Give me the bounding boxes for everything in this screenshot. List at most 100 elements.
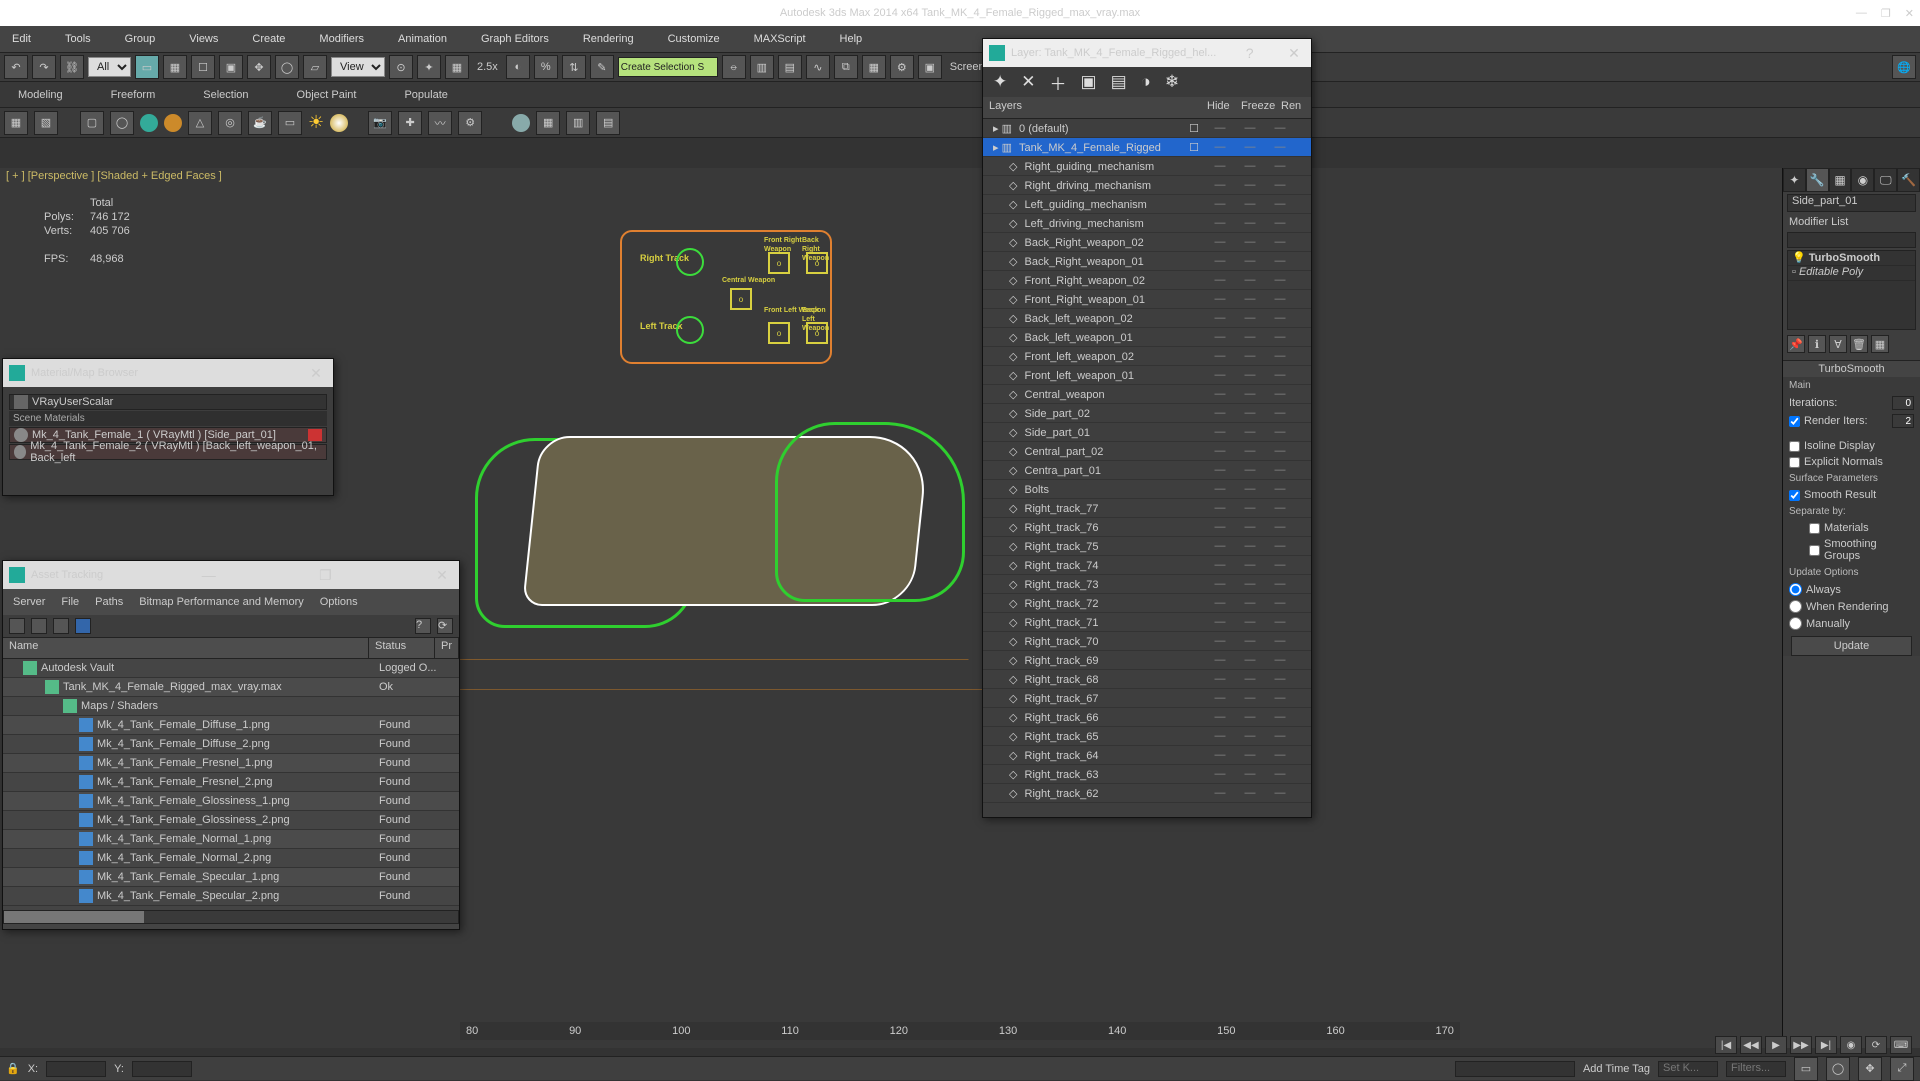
- asset-row[interactable]: Mk_4_Tank_Female_Normal_2.pngFound: [3, 849, 459, 868]
- named-selection-field[interactable]: [618, 57, 718, 77]
- central-weapon-control[interactable]: o: [730, 288, 752, 310]
- layers-button[interactable]: ▤: [778, 55, 802, 79]
- col-pr[interactable]: Pr: [435, 638, 459, 658]
- layer-row[interactable]: ◇ Back_left_weapon_01———: [983, 328, 1311, 347]
- asset-tracking[interactable]: Asset Tracking — ❐ ✕ ServerFilePathsBitm…: [2, 560, 460, 930]
- viewport-label[interactable]: [ + ] [Perspective ] [Shaded + Edged Fac…: [6, 170, 222, 182]
- layer-row[interactable]: ◇ Front_Right_weapon_02———: [983, 271, 1311, 290]
- helpers-icon[interactable]: ✚: [398, 111, 422, 135]
- align-button[interactable]: ▥: [750, 55, 774, 79]
- asset-row[interactable]: Mk_4_Tank_Female_Diffuse_1.pngFound: [3, 716, 459, 735]
- at-tool2[interactable]: [31, 618, 47, 634]
- layer-row[interactable]: ◇ Right_track_64———: [983, 746, 1311, 765]
- timeline[interactable]: 8090100110120130140150160170: [460, 1022, 1460, 1040]
- pivot-button[interactable]: ⊙: [389, 55, 413, 79]
- layer-row[interactable]: ▸ ▥ 0 (default)☐———: [983, 119, 1311, 138]
- layer-row[interactable]: ◇ Right_track_76———: [983, 518, 1311, 537]
- col-ren[interactable]: Ren: [1275, 97, 1311, 118]
- mmb-material-2[interactable]: Mk_4_Tank_Female_2 ( VRayMtl ) [Back_lef…: [9, 444, 327, 460]
- rollout-title[interactable]: TurboSmooth: [1783, 361, 1920, 377]
- add-time-tag[interactable]: Add Time Tag: [1583, 1063, 1650, 1075]
- maximize-button[interactable]: ❐: [1881, 7, 1891, 20]
- redo-button[interactable]: ↷: [32, 55, 56, 79]
- at-menu-options[interactable]: Options: [320, 596, 358, 608]
- asset-row[interactable]: Autodesk VaultLogged O...: [3, 659, 459, 678]
- box-icon[interactable]: ▢: [80, 111, 104, 135]
- fl-weapon-control[interactable]: o: [768, 322, 790, 344]
- play-btn[interactable]: ◀◀: [1740, 1036, 1762, 1054]
- remove-mod-icon[interactable]: 🗑: [1850, 335, 1868, 353]
- render-setup-button[interactable]: ⚙: [890, 55, 914, 79]
- motion-tab[interactable]: ◉: [1851, 168, 1874, 192]
- ribbon-modeling[interactable]: Modeling: [10, 86, 71, 104]
- filters-button[interactable]: Filters...: [1726, 1061, 1786, 1077]
- plane-icon[interactable]: ▭: [278, 111, 302, 135]
- layer-row[interactable]: ◇ Front_Right_weapon_01———: [983, 290, 1311, 309]
- col-status[interactable]: Status: [369, 638, 435, 658]
- layer-row[interactable]: ◇ Side_part_02———: [983, 404, 1311, 423]
- hierarchy-tab[interactable]: ▦: [1829, 168, 1852, 192]
- at-menu-server[interactable]: Server: [13, 596, 45, 608]
- ref-coord-dropdown[interactable]: View: [331, 57, 385, 77]
- at-refresh-icon[interactable]: ⟳: [437, 618, 453, 634]
- play-btn[interactable]: |◀: [1715, 1036, 1737, 1054]
- layer-row[interactable]: ◇ Central_weapon———: [983, 385, 1311, 404]
- play-btn[interactable]: ⌨: [1890, 1036, 1912, 1054]
- spinner-snap-button[interactable]: ⇅: [562, 55, 586, 79]
- display-tab[interactable]: 🖵: [1874, 168, 1897, 192]
- layer-hide-icon[interactable]: ◑: [1141, 72, 1151, 92]
- edit-named-sel-button[interactable]: ✎: [590, 55, 614, 79]
- layer-row[interactable]: ◇ Right_track_75———: [983, 537, 1311, 556]
- misc2-icon[interactable]: ▤: [596, 111, 620, 135]
- layer-row[interactable]: ◇ Right_track_67———: [983, 689, 1311, 708]
- menu-animation[interactable]: Animation: [392, 30, 453, 48]
- status-y-field[interactable]: [132, 1061, 192, 1077]
- move-button[interactable]: ✥: [247, 55, 271, 79]
- rig-control-panel[interactable]: Right Track Left Track Central Weapon o …: [620, 230, 832, 364]
- right-track-control[interactable]: [676, 248, 704, 276]
- layer-row[interactable]: ◇ Right_track_71———: [983, 613, 1311, 632]
- layer-new-icon[interactable]: ✦: [993, 72, 1007, 92]
- col-hide[interactable]: Hide: [1201, 97, 1235, 118]
- left-track-control[interactable]: [676, 316, 704, 344]
- layer-row[interactable]: ◇ Back_Right_weapon_02———: [983, 233, 1311, 252]
- undo-button[interactable]: ↶: [4, 55, 28, 79]
- set-key-button[interactable]: Set K...: [1658, 1061, 1718, 1077]
- render-iters-check[interactable]: [1789, 416, 1800, 427]
- layer-row[interactable]: ◇ Right_track_72———: [983, 594, 1311, 613]
- layer-row[interactable]: ◇ Right_track_62———: [983, 784, 1311, 803]
- asset-row[interactable]: Mk_4_Tank_Female_Normal_1.pngFound: [3, 830, 459, 849]
- mmb-node[interactable]: VRayUserScalar: [9, 394, 327, 410]
- percent-snap-button[interactable]: %: [534, 55, 558, 79]
- layer-manager[interactable]: Layer: Tank_MK_4_Female_Rigged_hel... ? …: [982, 38, 1312, 818]
- menu-group[interactable]: Group: [119, 30, 162, 48]
- layer-row[interactable]: ◇ Left_guiding_mechanism———: [983, 195, 1311, 214]
- systems-icon[interactable]: ⚙: [458, 111, 482, 135]
- asset-row[interactable]: Mk_4_Tank_Female_Specular_2.pngFound: [3, 887, 459, 906]
- ribbon-selection[interactable]: Selection: [195, 86, 256, 104]
- torus-icon[interactable]: ◎: [218, 111, 242, 135]
- smooth-check[interactable]: [1789, 490, 1800, 501]
- select-region-button[interactable]: ☐: [191, 55, 215, 79]
- globe-button[interactable]: 🌐: [1892, 55, 1916, 79]
- layer-close-button[interactable]: ✕: [1283, 45, 1305, 62]
- at-tool4[interactable]: [75, 618, 91, 634]
- at-min-button[interactable]: —: [198, 567, 220, 583]
- nav-tool3[interactable]: ✥: [1858, 1057, 1882, 1081]
- layer-row[interactable]: ◇ Right_track_69———: [983, 651, 1311, 670]
- selection-filter[interactable]: All: [88, 57, 131, 77]
- when-radio[interactable]: [1789, 600, 1802, 613]
- stack-turbosmooth[interactable]: 💡 TurboSmooth: [1788, 251, 1915, 266]
- snap-toggle[interactable]: ▦: [445, 55, 469, 79]
- menu-modifiers[interactable]: Modifiers: [313, 30, 370, 48]
- col-freeze[interactable]: Freeze: [1235, 97, 1275, 118]
- manipulate-button[interactable]: ✦: [417, 55, 441, 79]
- sep-mat-check[interactable]: [1809, 523, 1820, 534]
- layer-row[interactable]: ◇ Right_driving_mechanism———: [983, 176, 1311, 195]
- scale-button[interactable]: ▱: [303, 55, 327, 79]
- cyl-icon[interactable]: ◯: [110, 111, 134, 135]
- lock-icon[interactable]: 🔒: [6, 1062, 20, 1075]
- status-x-field[interactable]: [46, 1061, 106, 1077]
- layer-row[interactable]: ◇ Right_track_63———: [983, 765, 1311, 784]
- prompt-field[interactable]: [1455, 1061, 1575, 1077]
